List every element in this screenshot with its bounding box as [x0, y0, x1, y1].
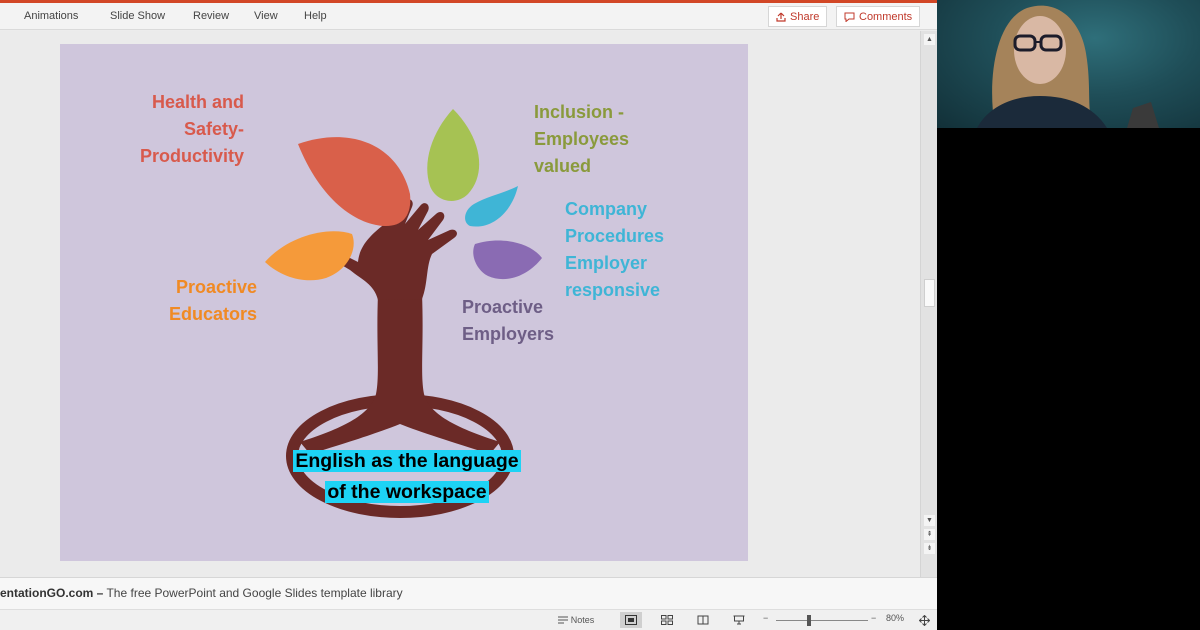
tab-animations[interactable]: Animations	[24, 10, 78, 22]
label-proactive-educators: Proactive Educators	[168, 277, 257, 324]
comments-label: Comments	[859, 10, 913, 23]
previous-slide-icon[interactable]: ⇞	[924, 529, 935, 540]
tab-help[interactable]: Help	[304, 10, 327, 22]
slide-sorter-icon	[661, 615, 673, 625]
share-label: Share	[790, 10, 820, 23]
scrollbar-thumb[interactable]	[924, 279, 935, 307]
tab-view[interactable]: View	[254, 10, 278, 22]
normal-view-button[interactable]	[620, 612, 642, 628]
leaf-blue	[465, 186, 518, 227]
fit-to-window-icon	[918, 614, 930, 626]
scroll-down-arrow-icon[interactable]: ▼	[924, 515, 935, 526]
slide-show-button[interactable]	[728, 612, 750, 628]
reading-view-button[interactable]	[692, 612, 714, 628]
video-panel-empty	[937, 128, 1200, 630]
powerpoint-window: Animations Slide Show Review View Help S…	[0, 0, 937, 630]
leaf-orange	[265, 231, 354, 281]
notes-text: entationGO.com – The free PowerPoint and…	[0, 586, 403, 600]
label-proactive-employers: Proactive Employers	[462, 297, 555, 344]
comments-button[interactable]: Comments	[836, 6, 921, 27]
notes-pane[interactable]: entationGO.com – The free PowerPoint and…	[0, 577, 937, 609]
normal-view-icon	[625, 615, 637, 625]
status-bar: Notes − − 80%	[0, 609, 937, 630]
zoom-slider[interactable]	[776, 620, 868, 621]
leaf-purple	[473, 240, 542, 280]
zoom-out-icon[interactable]: −	[763, 613, 768, 623]
notes-toggle-button[interactable]: Notes	[552, 612, 600, 628]
label-inclusion: Inclusion - Employees valued	[534, 102, 630, 176]
presenter-silhouette	[977, 5, 1159, 128]
zoom-in-icon[interactable]: −	[871, 613, 876, 623]
vertical-scrollbar[interactable]: ▲ ▼ ⇞ ⇟	[920, 31, 937, 577]
zoom-level[interactable]: 80%	[886, 613, 904, 623]
share-icon	[776, 12, 786, 22]
zoom-slider-thumb[interactable]	[807, 615, 811, 626]
next-slide-icon[interactable]: ⇟	[924, 543, 935, 554]
reading-view-icon	[697, 615, 709, 625]
ribbon-tabs: Animations Slide Show Review View Help S…	[0, 3, 937, 30]
share-button[interactable]: Share	[768, 6, 828, 27]
tab-slide-show[interactable]: Slide Show	[110, 10, 165, 22]
presenter-webcam-feed	[937, 0, 1200, 128]
caption-english-workspace: English as the language of the workspace	[293, 450, 521, 503]
label-health-safety: Health and Safety- Productivity	[140, 92, 245, 166]
scroll-up-arrow-icon[interactable]: ▲	[924, 34, 935, 45]
comment-icon	[844, 12, 855, 22]
label-company-procedures: Company Procedures Employer responsive	[565, 199, 665, 300]
slide[interactable]: Health and Safety- Productivity Inclusio…	[60, 44, 748, 561]
slide-sorter-button[interactable]	[656, 612, 678, 628]
tab-review[interactable]: Review	[193, 10, 229, 22]
leaf-red	[298, 137, 411, 226]
notes-icon	[557, 616, 568, 624]
slide-show-icon	[733, 615, 745, 625]
fit-to-window-button[interactable]	[914, 612, 934, 628]
leaf-green	[427, 109, 480, 201]
